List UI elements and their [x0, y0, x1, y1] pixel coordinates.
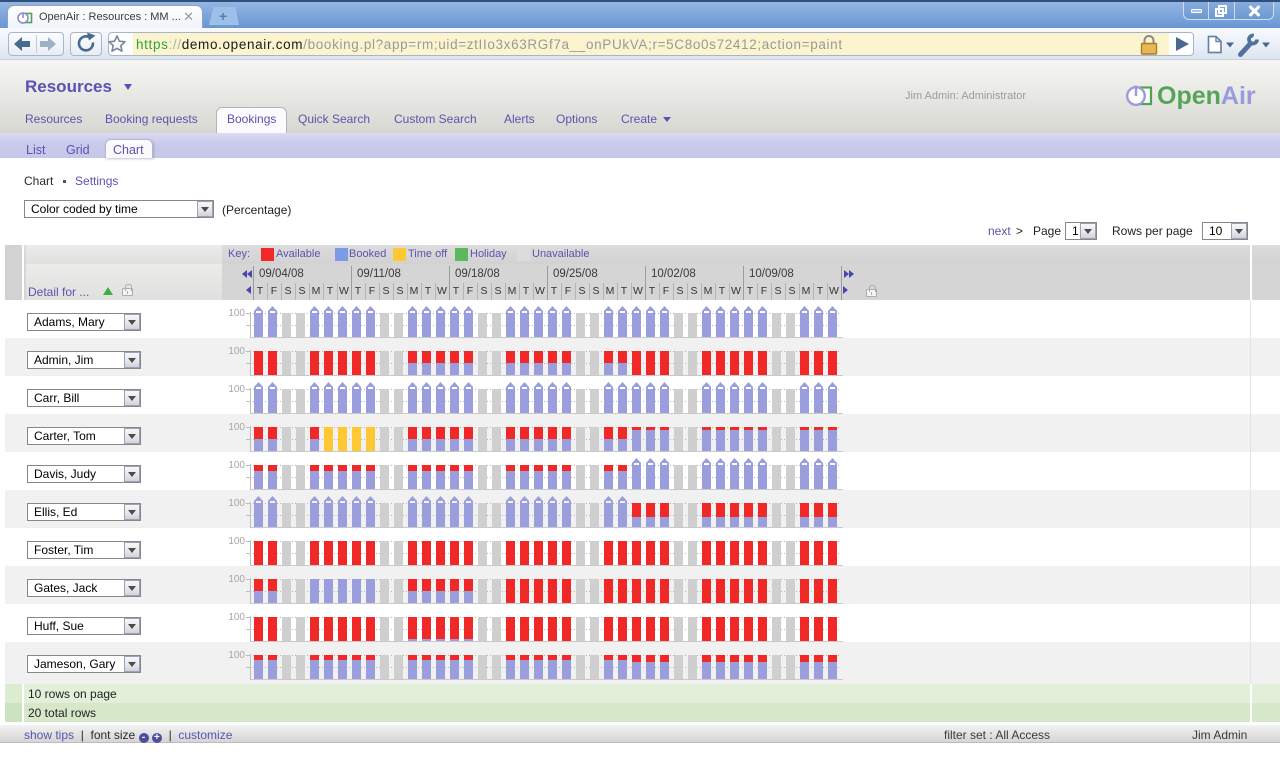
svg-text:OpenAir: OpenAir — [1157, 82, 1256, 109]
